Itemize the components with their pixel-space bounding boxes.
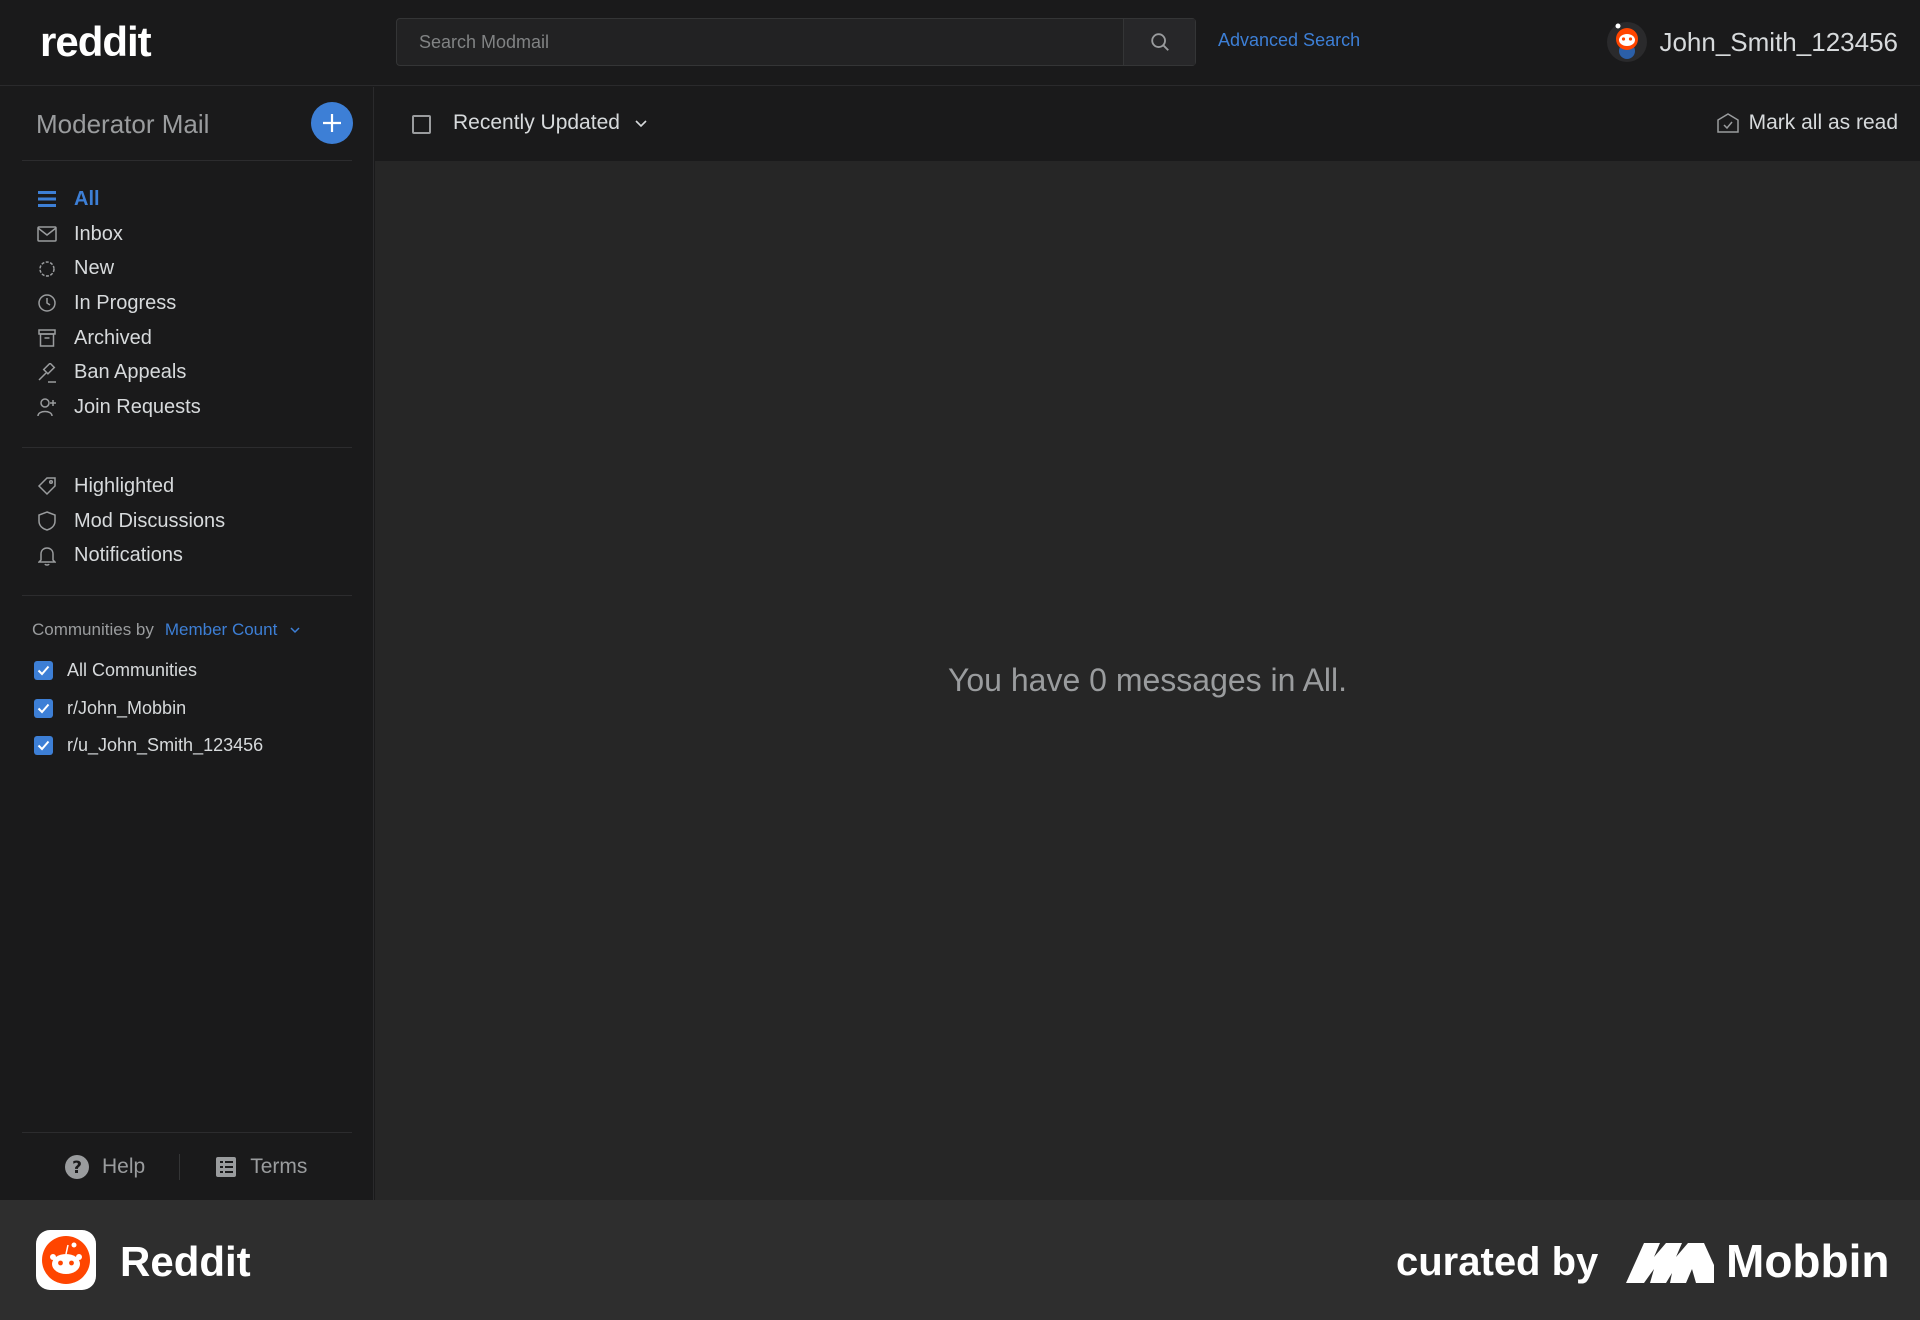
badge-icon (36, 258, 58, 280)
sidebar-item-label: Archived (74, 326, 152, 349)
empty-state-message: You have 0 messages in All. (947, 662, 1348, 698)
mark-read-icon (1716, 113, 1739, 133)
sidebar-item-archived[interactable]: Archived (36, 321, 201, 356)
select-all-checkbox[interactable] (412, 115, 431, 134)
sidebar-item-in-progress[interactable]: In Progress (36, 286, 201, 321)
chevron-down-icon (635, 119, 647, 127)
search-button[interactable] (1123, 19, 1195, 65)
divider (22, 447, 352, 448)
divider (22, 595, 352, 596)
terms-label: Terms (250, 1154, 308, 1178)
sidebar-item-label: All (74, 187, 100, 210)
sidebar-item-label: Highlighted (74, 474, 175, 497)
communities-by-label: Communities by (32, 620, 154, 639)
community-label: r/u_John_Smith_123456 (67, 735, 264, 756)
sidebar-item-all[interactable]: All (36, 182, 201, 217)
folder-nav: All Inbox New In Progress Archived Ban A… (36, 182, 201, 425)
communities-header: Communities by Member Count (32, 620, 301, 640)
checkbox[interactable] (34, 698, 53, 718)
checkmark-icon (37, 741, 50, 751)
help-button[interactable]: ? Help (64, 1154, 145, 1180)
mobbin-brand: Mobbin (1626, 1234, 1890, 1288)
sidebar-item-new[interactable]: New (36, 251, 201, 286)
communities-sort-dropdown[interactable]: Member Count (165, 620, 277, 640)
community-label: r/John_Mobbin (67, 697, 187, 718)
sidebar-item-label: New (74, 257, 115, 280)
sidebar-item-label: Mod Discussions (74, 509, 226, 532)
list-icon (36, 188, 58, 210)
mail-icon (36, 223, 58, 245)
reddit-app-icon (36, 1230, 96, 1290)
divider (22, 160, 352, 161)
sidebar-item-highlighted[interactable]: Highlighted (36, 469, 225, 504)
community-item-all[interactable]: All Communities (34, 652, 263, 690)
message-pane: Recently Updated Mark all as read You ha… (375, 87, 1920, 1200)
compose-button[interactable] (311, 102, 353, 144)
sidebar-footer: ? Help Terms (22, 1132, 352, 1200)
sidebar-item-ban-appeals[interactable]: Ban Appeals (36, 355, 201, 390)
sidebar-item-label: Notifications (74, 544, 183, 567)
sidebar-item-join-requests[interactable]: Join Requests (36, 390, 201, 425)
sidebar-title: Moderator Mail (36, 109, 210, 139)
snoo-avatar-icon (1615, 23, 1639, 59)
checkmark-icon (37, 666, 50, 676)
community-label: All Communities (67, 660, 198, 681)
reddit-logo[interactable]: reddit (40, 18, 152, 66)
search-bar (396, 18, 1196, 66)
sidebar-item-notifications[interactable]: Notifications (36, 538, 225, 573)
sidebar-item-label: In Progress (74, 291, 177, 314)
plus-icon (323, 114, 341, 132)
bell-icon (36, 545, 58, 567)
username: John_Smith_123456 (1659, 26, 1898, 57)
curated-by-label: curated by (1396, 1240, 1599, 1284)
app-name: Reddit (120, 1238, 251, 1285)
archive-icon (36, 327, 58, 349)
footer-separator (179, 1153, 181, 1180)
shield-icon (36, 510, 58, 532)
mark-all-read-button[interactable]: Mark all as read (1716, 111, 1898, 135)
sidebar: Moderator Mail All Inbox New In Progress… (0, 87, 374, 1200)
sidebar-item-label: Inbox (74, 222, 123, 245)
sidebar-item-inbox[interactable]: Inbox (36, 217, 201, 252)
message-toolbar: Recently Updated Mark all as read (375, 87, 1920, 161)
search-icon (1150, 33, 1169, 51)
sort-dropdown[interactable]: Recently Updated (453, 111, 648, 135)
help-icon: ? (65, 1154, 89, 1179)
terms-button[interactable]: Terms (214, 1155, 307, 1179)
mark-read-label: Mark all as read (1748, 111, 1898, 134)
user-add-icon (36, 396, 58, 418)
checkbox[interactable] (34, 736, 53, 756)
mobbin-wordmark: Mobbin (1726, 1235, 1890, 1287)
checkmark-icon (37, 703, 50, 714)
clock-icon (36, 292, 58, 314)
mobbin-logo-icon (1626, 1243, 1714, 1283)
tag-icon (36, 475, 58, 497)
community-item-john-mobbin[interactable]: r/John_Mobbin (34, 690, 263, 728)
advanced-search-link[interactable]: Advanced Search (1218, 30, 1360, 51)
svg-text:?: ? (72, 1158, 82, 1178)
gavel-icon (36, 362, 58, 384)
bottom-banner: Reddit curated by Mobbin (0, 1200, 1920, 1320)
sidebar-item-label: Join Requests (74, 395, 201, 418)
sort-label: Recently Updated (453, 111, 620, 134)
community-item-user[interactable]: r/u_John_Smith_123456 (34, 727, 263, 765)
sidebar-item-mod-discussions[interactable]: Mod Discussions (36, 504, 225, 539)
document-icon (216, 1156, 237, 1177)
user-menu[interactable]: John_Smith_123456 (1607, 22, 1898, 62)
modmail-app: reddit Advanced Search John_Smith_123456 (0, 0, 1920, 1200)
chevron-down-icon (290, 627, 300, 634)
help-label: Help (102, 1154, 146, 1178)
top-header: reddit Advanced Search John_Smith_123456 (0, 0, 1920, 86)
category-nav: Highlighted Mod Discussions Notification… (36, 469, 225, 573)
sidebar-item-label: Ban Appeals (74, 361, 187, 384)
community-list: All Communities r/John_Mobbin r/u_John_S… (34, 652, 263, 765)
avatar (1607, 22, 1648, 62)
checkbox[interactable] (34, 661, 53, 681)
search-input[interactable] (397, 19, 1123, 65)
